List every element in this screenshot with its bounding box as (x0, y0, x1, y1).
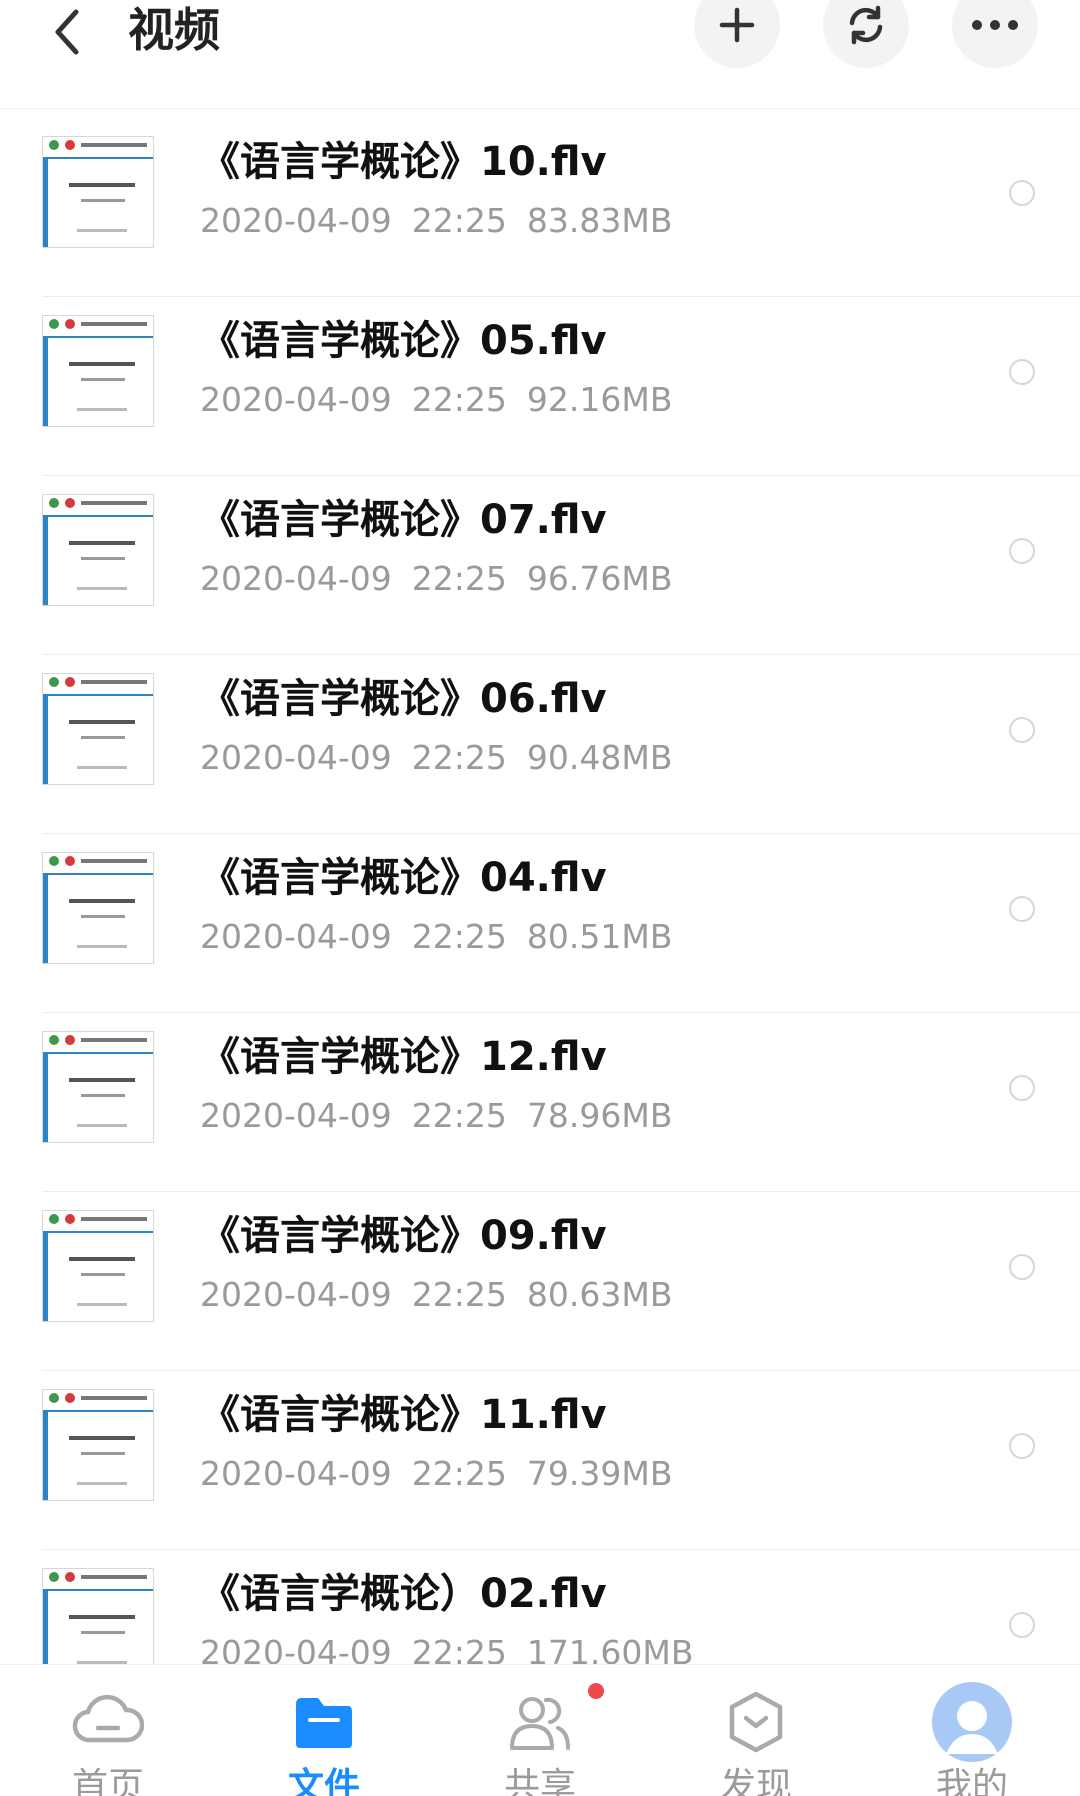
file-date: 2020-04-09 (200, 738, 392, 777)
file-time: 22:25 (411, 559, 507, 598)
file-time: 22:25 (411, 1454, 507, 1493)
video-thumbnail (42, 1389, 154, 1501)
file-name: 《语言学概论》09.flv (200, 1213, 607, 1259)
file-name: 《语言学概论》06.flv (200, 676, 607, 722)
video-thumbnail (42, 1031, 154, 1143)
chevron-left-icon (55, 9, 79, 55)
nav-label-discover: 发现 (719, 1766, 792, 1796)
file-date: 2020-04-09 (200, 1096, 392, 1135)
file-row[interactable]: 《语言学概论》07.flv 2020-04-09 22:25 96.76MB (42, 476, 1080, 655)
file-date: 2020-04-09 (200, 380, 392, 419)
file-meta: 2020-04-09 22:25 78.96MB (200, 1093, 692, 1139)
select-radio[interactable] (1009, 1612, 1035, 1638)
select-radio[interactable] (1009, 1075, 1035, 1101)
file-name: 《语言学概论》07.flv (200, 497, 607, 543)
file-size: 92.16MB (526, 380, 673, 419)
file-date: 2020-04-09 (200, 1275, 392, 1314)
file-meta: 2020-04-09 22:25 96.76MB (200, 556, 692, 602)
file-size: 80.51MB (526, 917, 673, 956)
nav-label-files: 文件 (287, 1766, 360, 1796)
select-radio[interactable] (1009, 359, 1035, 385)
back-button[interactable] (48, 2, 98, 62)
refresh-button[interactable] (823, 0, 909, 68)
more-horizontal-icon (972, 20, 1018, 30)
file-time: 22:25 (411, 1096, 507, 1135)
file-meta: 2020-04-09 22:25 92.16MB (200, 377, 692, 423)
video-thumbnail (42, 494, 154, 606)
file-time: 22:25 (411, 917, 507, 956)
file-size: 79.39MB (526, 1454, 673, 1493)
file-row[interactable]: 《语言学概论》11.flv 2020-04-09 22:25 79.39MB (42, 1371, 1080, 1550)
nav-item-home[interactable]: 首页 (28, 1665, 188, 1796)
select-radio[interactable] (1009, 180, 1035, 206)
nav-item-discover[interactable]: 发现 (676, 1665, 836, 1796)
nav-label-share: 共享 (503, 1766, 576, 1796)
file-size: 80.63MB (526, 1275, 673, 1314)
bottom-nav: 首页 文件 共享 发现 我的 (0, 1664, 1080, 1796)
file-row[interactable]: 《语言学概论》12.flv 2020-04-09 22:25 78.96MB (42, 1013, 1080, 1192)
page: 视频 《语言学概论》10.flv2020-04-0922:2583.83M (0, 0, 1080, 1796)
file-date: 2020-04-09 (200, 1454, 392, 1493)
nav-label-me: 我的 (935, 1766, 1008, 1796)
file-meta: 2020-04-09 22:25 80.51MB (200, 914, 692, 960)
file-time: 22:25 (411, 380, 507, 419)
file-date: 2020-04-09 (200, 201, 392, 240)
page-title: 视频 (128, 3, 220, 57)
file-name: 《语言学概论》10.flv (200, 139, 607, 185)
nav-item-files[interactable]: 文件 (244, 1665, 404, 1796)
file-name: 《语言学概论》05.flv (200, 318, 607, 364)
file-date: 2020-04-09 (200, 559, 392, 598)
file-name: 《语言学概论》04.flv (200, 855, 607, 901)
discover-icon (716, 1687, 796, 1757)
nav-item-share[interactable]: 共享 (460, 1665, 620, 1796)
file-time: 22:25 (411, 1275, 507, 1314)
cloud-icon (68, 1687, 148, 1757)
refresh-icon (849, 5, 883, 45)
file-meta: 2020-04-09 22:25 90.48MB (200, 735, 692, 781)
top-bar: 视频 (0, 0, 1080, 109)
file-row[interactable]: 《语言学概论》10.flv 2020-04-09 22:25 83.83MB (42, 118, 1080, 297)
video-thumbnail (42, 673, 154, 785)
file-size: 96.76MB (526, 559, 673, 598)
video-thumbnail (42, 1210, 154, 1322)
video-thumbnail (42, 852, 154, 964)
file-name: 《语言学概论）02.flv (200, 1571, 607, 1617)
select-radio[interactable] (1009, 1433, 1035, 1459)
select-radio[interactable] (1009, 1254, 1035, 1280)
add-button[interactable] (694, 0, 780, 68)
nav-item-me[interactable]: 我的 (892, 1665, 1052, 1796)
file-name: 《语言学概论》12.flv (200, 1034, 607, 1080)
file-time: 22:25 (411, 201, 507, 240)
file-row[interactable]: 《语言学概论》09.flv 2020-04-09 22:25 80.63MB (42, 1192, 1080, 1371)
file-size: 83.83MB (526, 201, 673, 240)
select-radio[interactable] (1009, 538, 1035, 564)
file-meta: 2020-04-09 22:25 79.39MB (200, 1451, 692, 1497)
users-icon (500, 1687, 580, 1757)
file-name: 《语言学概论》11.flv (200, 1392, 607, 1438)
file-list: 《语言学概论》10.flv 2020-04-09 22:25 83.83MB 《语言学概… (0, 118, 1080, 1729)
video-thumbnail (42, 315, 154, 427)
file-time: 22:25 (411, 738, 507, 777)
notification-badge (588, 1683, 604, 1699)
video-thumbnail (42, 136, 154, 248)
avatar-icon (932, 1682, 1012, 1762)
file-date: 2020-04-09 (200, 917, 392, 956)
more-button[interactable] (952, 0, 1038, 68)
select-radio[interactable] (1009, 896, 1035, 922)
file-size: 78.96MB (526, 1096, 673, 1135)
file-row[interactable]: 《语言学概论》04.flv 2020-04-09 22:25 80.51MB (42, 834, 1080, 1013)
file-meta: 2020-04-09 22:25 80.63MB (200, 1272, 692, 1318)
file-row[interactable]: 《语言学概论》06.flv 2020-04-09 22:25 90.48MB (42, 655, 1080, 834)
plus-icon (719, 7, 755, 43)
file-size: 90.48MB (526, 738, 673, 777)
folder-icon (284, 1687, 364, 1757)
select-radio[interactable] (1009, 717, 1035, 743)
nav-label-home: 首页 (71, 1766, 144, 1796)
file-row[interactable]: 《语言学概论》05.flv 2020-04-09 22:25 92.16MB (42, 297, 1080, 476)
file-meta: 2020-04-09 22:25 83.83MB (200, 198, 692, 244)
